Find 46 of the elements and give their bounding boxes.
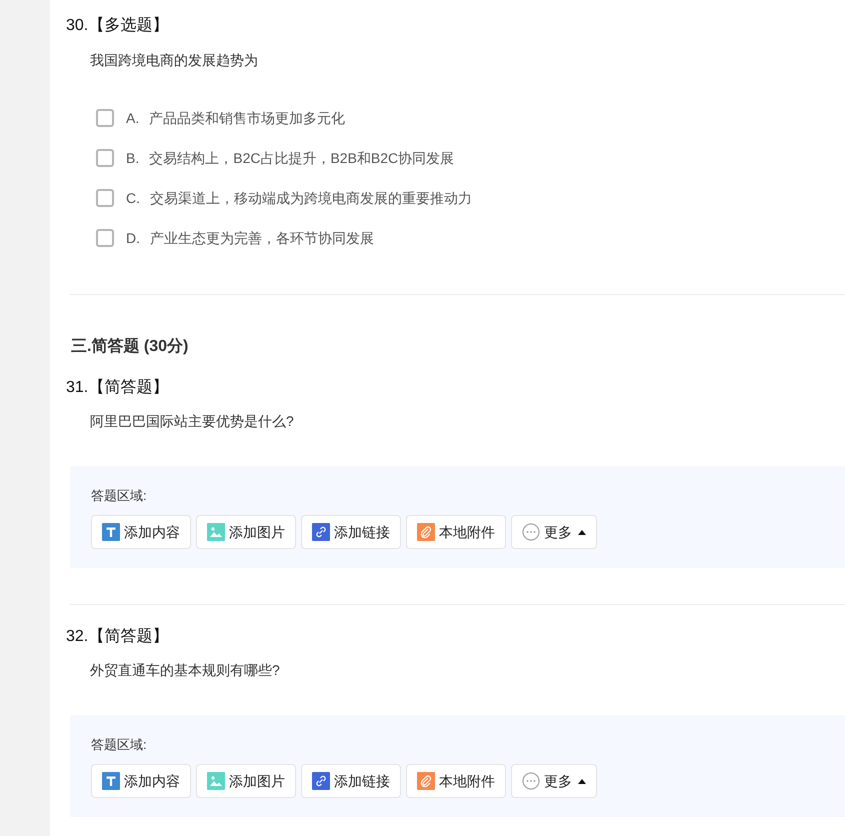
toolbar-button[interactable]: 添加链接	[301, 515, 401, 549]
option-letter: D.	[126, 228, 140, 248]
option-text: 交易渠道上，移动端成为跨境电商发展的重要推动力	[150, 188, 472, 208]
toolbar-button[interactable]: 更多	[511, 764, 597, 798]
image-icon	[207, 523, 225, 541]
option-text: 交易结构上，B2C占比提升，B2B和B2C协同发展	[149, 148, 454, 168]
toolbar-button[interactable]: 更多	[511, 515, 597, 549]
toolbar-button[interactable]: 添加内容	[91, 515, 191, 549]
option-letter: C.	[126, 188, 140, 208]
toolbar-button[interactable]: 添加内容	[91, 764, 191, 798]
question-type: 【多选题】	[88, 16, 168, 36]
text-icon	[102, 772, 120, 790]
question-text: 我国跨境电商的发展趋势为	[90, 51, 259, 70]
checkbox[interactable]	[96, 109, 114, 127]
answer-label: 答题区域:	[91, 487, 147, 505]
option-text: 产品品类和销售市场更加多元化	[149, 108, 346, 128]
question-number: 32.	[66, 627, 88, 647]
toolbar-button[interactable]: 添加链接	[301, 764, 401, 798]
checkbox[interactable]	[96, 229, 114, 247]
toolbar-button[interactable]: 本地附件	[406, 515, 506, 549]
more-icon	[522, 523, 540, 541]
option-letter: B.	[126, 148, 140, 168]
question-text: 阿里巴巴国际站主要优势是什么?	[90, 412, 295, 431]
toolbar-button[interactable]: 本地附件	[406, 764, 506, 798]
question-text: 外贸直通车的基本规则有哪些?	[90, 661, 281, 680]
answer-label: 答题区域:	[91, 736, 147, 754]
toolbar-button[interactable]: 添加图片	[196, 764, 296, 798]
caret-icon	[578, 530, 586, 534]
option-letter: A.	[126, 108, 140, 128]
question-type: 【简答题】	[88, 378, 168, 398]
toolbar-button[interactable]: 添加图片	[196, 515, 296, 549]
text-icon	[102, 523, 120, 541]
paperclip-icon	[417, 772, 435, 790]
question-type: 【简答题】	[88, 626, 168, 647]
option-text: 产业生态更为完善，各环节协同发展	[150, 228, 374, 248]
checkbox[interactable]	[96, 149, 114, 167]
more-icon	[522, 772, 540, 790]
link-icon	[312, 523, 330, 541]
section-heading: 三.简答题 (30分)	[71, 336, 190, 357]
question-number: 30.	[66, 16, 88, 36]
question-number: 31.	[66, 378, 88, 398]
checkbox[interactable]	[96, 189, 114, 207]
paperclip-icon	[417, 523, 435, 541]
caret-icon	[578, 778, 586, 784]
link-icon	[312, 772, 330, 790]
image-icon	[207, 772, 225, 790]
